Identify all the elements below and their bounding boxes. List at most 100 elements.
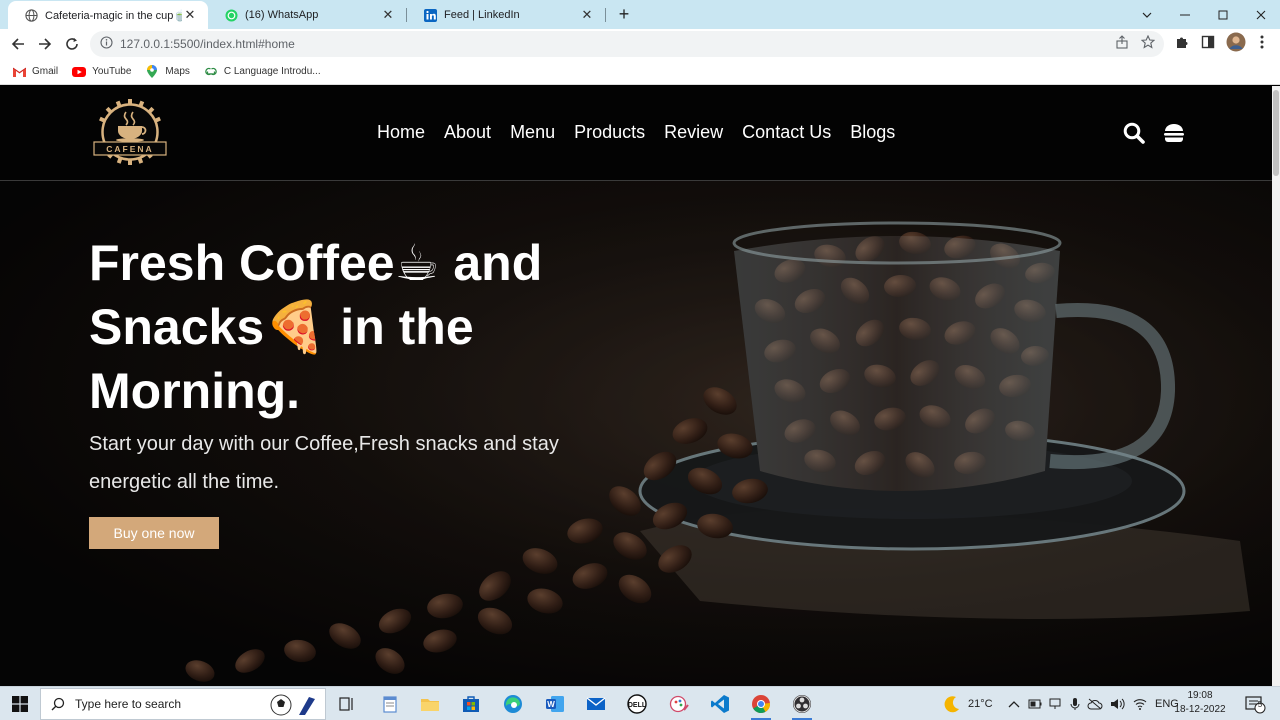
tab-cafeteria[interactable]: Cafeteria-magic in the cup🍵 ✕ bbox=[8, 1, 208, 29]
tab-title: Cafeteria-magic in the cup🍵 bbox=[45, 9, 182, 22]
tab-title: Feed | LinkedIn bbox=[444, 9, 520, 21]
task-view-icon[interactable] bbox=[333, 691, 361, 717]
paint-app-icon[interactable] bbox=[665, 691, 693, 717]
nav-products[interactable]: Products bbox=[574, 122, 645, 143]
bookmarks-bar: Gmail YouTube Maps C Language Introdu... bbox=[0, 59, 1280, 85]
edge-browser-icon[interactable] bbox=[499, 691, 527, 717]
address-bar[interactable]: 127.0.0.1:5500/index.html#home bbox=[90, 31, 1164, 57]
logo-text: CAFENA bbox=[106, 144, 153, 154]
maps-icon bbox=[145, 65, 159, 78]
weather-widget[interactable]: 21°C bbox=[942, 687, 993, 720]
moon-weather-icon bbox=[944, 696, 959, 713]
file-explorer-icon[interactable] bbox=[416, 691, 444, 717]
system-tray: ENG bbox=[1008, 687, 1179, 720]
profile-avatar[interactable] bbox=[1226, 32, 1246, 52]
browser-toolbar: 127.0.0.1:5500/index.html#home bbox=[0, 29, 1280, 59]
nav-menu[interactable]: Menu bbox=[510, 122, 555, 143]
tab-separator bbox=[605, 8, 606, 22]
site-header: CAFENA Home About Menu Products Review C… bbox=[0, 86, 1272, 181]
globe-icon bbox=[24, 8, 38, 22]
side-panel-icon[interactable] bbox=[1200, 34, 1216, 50]
linkedin-icon bbox=[423, 8, 437, 22]
bookmark-youtube[interactable]: YouTube bbox=[72, 66, 131, 78]
nav-about[interactable]: About bbox=[444, 122, 491, 143]
more-menu-icon[interactable] bbox=[1254, 34, 1270, 50]
taskbar-search-input[interactable]: Type here to search bbox=[40, 688, 326, 720]
clock-date: 18-12-2022 bbox=[1174, 704, 1226, 715]
battery-icon[interactable] bbox=[1028, 699, 1042, 709]
search-placeholder: Type here to search bbox=[75, 697, 182, 711]
tab-linkedin[interactable]: Feed | LinkedIn ✕ bbox=[407, 1, 605, 29]
bookmark-label: C Language Introdu... bbox=[223, 66, 321, 77]
mail-app-icon[interactable] bbox=[582, 691, 610, 717]
hero-subtitle: Start your day with our Coffee,Fresh sna… bbox=[89, 433, 559, 493]
onedrive-icon[interactable] bbox=[1087, 698, 1103, 710]
share-icon[interactable] bbox=[1114, 34, 1130, 50]
volume-icon[interactable] bbox=[1110, 698, 1126, 710]
word-app-icon[interactable]: W bbox=[541, 691, 569, 717]
hero-title-line2b: in the bbox=[340, 299, 474, 355]
burger-icon[interactable] bbox=[1162, 121, 1186, 145]
scrollbar-thumb[interactable] bbox=[1273, 90, 1279, 176]
nav-contact-us[interactable]: Contact Us bbox=[742, 122, 831, 143]
notification-count-badge: 5 bbox=[1257, 700, 1263, 709]
site-nav: Home About Menu Products Review Contact … bbox=[377, 122, 895, 143]
new-tab-button[interactable]: + bbox=[614, 4, 634, 24]
tab-search-chevron-icon[interactable] bbox=[1128, 0, 1166, 29]
search-icon[interactable] bbox=[1122, 121, 1146, 145]
taskbar-clock[interactable]: 19:08 18-12-2022 bbox=[1168, 689, 1232, 717]
svg-text:DELL: DELL bbox=[628, 702, 647, 709]
cafena-logo[interactable]: CAFENA bbox=[88, 98, 172, 166]
windows-taskbar: Type here to search W DELL 21°C ENG 19:0… bbox=[0, 686, 1280, 720]
reload-icon[interactable] bbox=[61, 33, 83, 55]
geeksforgeeks-icon bbox=[204, 66, 218, 78]
bookmark-gmail[interactable]: Gmail bbox=[12, 66, 58, 78]
gmail-icon bbox=[12, 66, 26, 78]
bookmark-label: YouTube bbox=[92, 66, 132, 77]
minimize-icon[interactable] bbox=[1166, 0, 1204, 29]
site-info-icon[interactable] bbox=[100, 36, 113, 52]
dell-app-icon[interactable]: DELL bbox=[623, 691, 651, 717]
nav-blogs[interactable]: Blogs bbox=[850, 122, 895, 143]
window-close-icon[interactable] bbox=[1242, 0, 1280, 29]
hero-title: Fresh Coffee☕ and Snacks🍕 in the Morning… bbox=[89, 231, 649, 423]
bookmark-maps[interactable]: Maps bbox=[145, 65, 190, 78]
notification-center-icon[interactable]: 5 bbox=[1244, 687, 1266, 720]
chevron-up-icon[interactable] bbox=[1008, 700, 1020, 708]
restore-icon[interactable] bbox=[1204, 0, 1242, 29]
forward-arrow-icon[interactable] bbox=[34, 33, 56, 55]
notepad-app-icon[interactable] bbox=[376, 691, 404, 717]
microphone-icon[interactable] bbox=[1070, 697, 1080, 711]
nav-review[interactable]: Review bbox=[664, 122, 723, 143]
page-scrollbar[interactable] bbox=[1272, 86, 1280, 686]
back-arrow-icon[interactable] bbox=[7, 33, 29, 55]
bookmark-star-icon[interactable] bbox=[1140, 34, 1156, 50]
vscode-app-icon[interactable] bbox=[706, 691, 734, 717]
nav-home[interactable]: Home bbox=[377, 122, 425, 143]
windows-start-icon[interactable] bbox=[0, 687, 40, 720]
bookmark-c-language[interactable]: C Language Introdu... bbox=[204, 66, 321, 78]
hero-title-line1: Fresh Coffee bbox=[89, 235, 395, 291]
bookmark-label: Gmail bbox=[32, 66, 59, 77]
svg-text:W: W bbox=[547, 700, 555, 709]
clock-time: 19:08 bbox=[1187, 690, 1213, 701]
wifi-icon[interactable] bbox=[1133, 698, 1147, 710]
hero-title-line2: Snacks bbox=[89, 299, 265, 355]
tab-whatsapp[interactable]: (16) WhatsApp ✕ bbox=[208, 1, 406, 29]
microsoft-store-icon[interactable] bbox=[457, 691, 485, 717]
hero-section: Fresh Coffee☕ and Snacks🍕 in the Morning… bbox=[0, 181, 1272, 686]
close-tab-icon[interactable]: ✕ bbox=[182, 7, 198, 23]
chrome-app-icon[interactable] bbox=[747, 691, 775, 720]
buy-one-now-button[interactable]: Buy one now bbox=[89, 517, 219, 549]
search-icon bbox=[51, 697, 65, 711]
obs-app-icon[interactable] bbox=[788, 691, 816, 720]
url-text: 127.0.0.1:5500/index.html#home bbox=[120, 37, 295, 51]
whatsapp-icon bbox=[224, 8, 238, 22]
close-tab-icon[interactable]: ✕ bbox=[579, 7, 595, 23]
pizza-emoji-icon: 🍕 bbox=[264, 299, 327, 355]
page-viewport: CAFENA Home About Menu Products Review C… bbox=[0, 86, 1272, 686]
monitor-icon[interactable] bbox=[1049, 698, 1063, 710]
search-highlight-football-icon bbox=[270, 694, 315, 716]
extensions-puzzle-icon[interactable] bbox=[1174, 34, 1190, 50]
close-tab-icon[interactable]: ✕ bbox=[380, 7, 396, 23]
